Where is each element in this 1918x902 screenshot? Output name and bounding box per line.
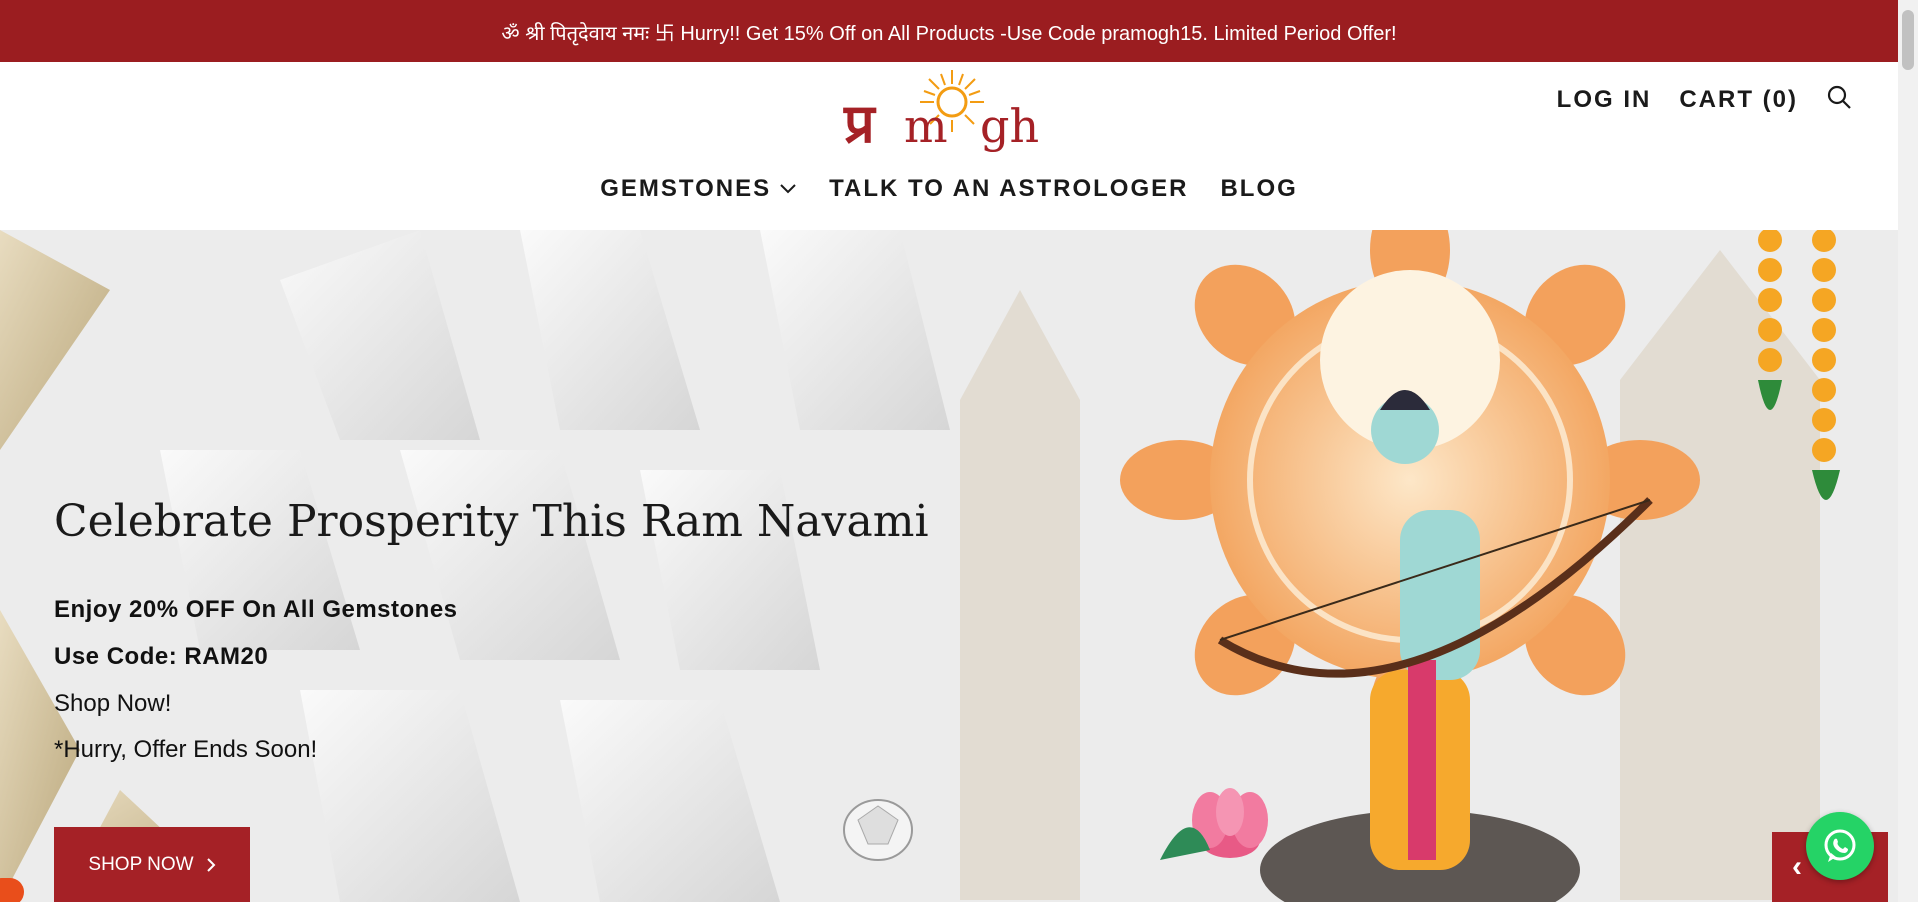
hero-offer: Enjoy 20% OFF On All Gemstones bbox=[54, 596, 458, 623]
search-icon bbox=[1827, 85, 1851, 109]
prev-slide-button[interactable]: ‹ bbox=[1792, 850, 1802, 884]
hero-banner: Celebrate Prosperity This Ram Navami Enj… bbox=[0, 230, 1898, 902]
nav-item-label: GEMSTONES bbox=[600, 175, 772, 202]
nav-item-astrologer[interactable]: TALK TO AN ASTROLOGER bbox=[829, 175, 1188, 203]
logo-sun-icon: प्र m gh bbox=[843, 70, 1039, 155]
announcement-text: ॐ श्री पितृदेवाय नमः 卐 Hurry!! Get 15% O… bbox=[501, 22, 1397, 45]
hero-cta-text: Shop Now! bbox=[54, 690, 172, 717]
main-nav: GEMSTONES TALK TO AN ASTROLOGER BLOG bbox=[0, 175, 1898, 203]
logo[interactable]: प्र m gh bbox=[840, 70, 1060, 160]
hero-note: *Hurry, Offer Ends Soon! bbox=[54, 736, 318, 763]
shop-now-label: SHOP NOW bbox=[88, 853, 194, 875]
cart-link[interactable]: CART (0) bbox=[1679, 86, 1798, 114]
chevron-right-icon bbox=[206, 857, 216, 872]
account-links: LOG IN CART (0) bbox=[1557, 84, 1852, 115]
scrollbar[interactable] bbox=[1898, 0, 1918, 902]
scrollbar-thumb[interactable] bbox=[1902, 10, 1914, 70]
chevron-down-icon bbox=[780, 184, 796, 194]
nav-item-label: BLOG bbox=[1220, 175, 1298, 202]
whatsapp-icon bbox=[1824, 829, 1856, 862]
svg-text:m: m bbox=[904, 99, 948, 153]
nav-item-gemstones[interactable]: GEMSTONES bbox=[600, 175, 797, 203]
whatsapp-button[interactable] bbox=[1806, 812, 1874, 880]
svg-text:प्र: प्र bbox=[843, 91, 877, 155]
svg-text:gh: gh bbox=[980, 99, 1039, 153]
nav-item-label: TALK TO AN ASTROLOGER bbox=[829, 175, 1189, 202]
login-link[interactable]: LOG IN bbox=[1557, 86, 1652, 114]
search-button[interactable] bbox=[1826, 84, 1852, 115]
hero-background-image bbox=[0, 230, 1898, 902]
announcement-bar: ॐ श्री पितृदेवाय नमः 卐 Hurry!! Get 15% O… bbox=[0, 0, 1898, 62]
hero-code: Use Code: RAM20 bbox=[54, 643, 269, 670]
shop-now-button[interactable]: SHOP NOW bbox=[54, 827, 250, 902]
hero-title: Celebrate Prosperity This Ram Navami bbox=[54, 496, 929, 547]
nav-item-blog[interactable]: BLOG bbox=[1220, 175, 1297, 203]
site-header: प्र m gh LOG IN CART (0) GEMSTONES TALK … bbox=[0, 62, 1898, 230]
